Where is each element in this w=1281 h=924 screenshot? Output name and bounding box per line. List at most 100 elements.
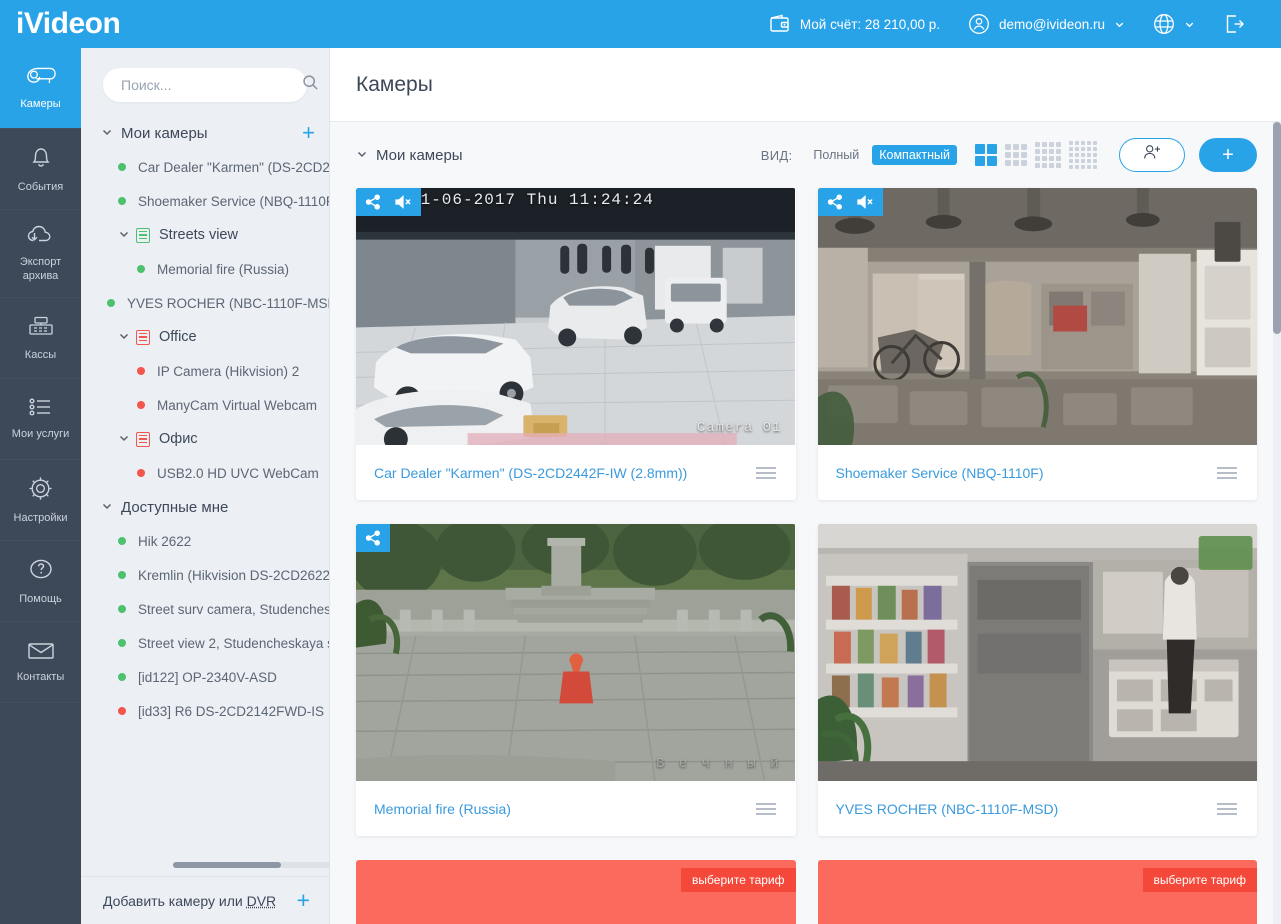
camera-thumbnail[interactable]	[817, 188, 1258, 446]
balance-button[interactable]: Мой счёт: 28 210,00 р.	[755, 0, 954, 48]
tree-camera-row[interactable]: Street surv camera, Studenchesk	[81, 592, 329, 626]
chevron-down-icon	[101, 500, 115, 515]
add-camera-or-dvr-button[interactable]: Добавить камеру или DVR +	[81, 876, 330, 924]
mute-icon[interactable]	[394, 194, 412, 210]
folder-icon	[136, 227, 150, 243]
grid-2x2-icon[interactable]	[975, 144, 997, 166]
camera-menu-icon[interactable]	[752, 463, 780, 483]
search-wrapper	[81, 48, 329, 116]
mute-icon[interactable]	[856, 194, 874, 210]
thumbnail-overlay-actions	[817, 188, 883, 216]
view-mode-compact[interactable]: Компактный	[872, 145, 957, 165]
gear-icon	[27, 475, 54, 506]
camera-card-title[interactable]: Memorial fire (Russia)	[374, 801, 752, 817]
camera-card-title[interactable]: Car Dealer "Karmen" (DS-2CD2442F-IW (2.8…	[374, 465, 752, 481]
camera-menu-icon[interactable]	[1213, 799, 1241, 819]
search-input[interactable]	[121, 77, 302, 93]
logout-button[interactable]	[1209, 0, 1259, 48]
camera-thumbnail[interactable]	[817, 524, 1258, 782]
tariff-badge[interactable]: выберите тариф	[681, 868, 796, 892]
chevron-down-icon	[101, 126, 115, 141]
sidebar-item-help[interactable]: Помощь	[0, 541, 81, 622]
tree-group-header-available-to-me[interactable]: Доступные мне	[81, 490, 329, 524]
tree-camera-name: Street surv camera, Studenchesk	[138, 601, 329, 617]
search-icon[interactable]	[302, 74, 319, 96]
tree-camera-row[interactable]: [id33] R6 DS-2CD2142FWD-IS	[81, 694, 329, 728]
sidebar-item-events[interactable]: События	[0, 129, 81, 210]
account-menu[interactable]: demo@ivideon.ru	[954, 0, 1139, 48]
camera-menu-icon[interactable]	[752, 799, 780, 819]
tree-folder-row[interactable]: Офис	[81, 422, 329, 456]
language-menu[interactable]	[1139, 0, 1209, 48]
tree-camera-name: [id122] OP-2340V-ASD	[138, 669, 277, 685]
tariff-card[interactable]: выберите тариф	[817, 860, 1257, 924]
tree-folder-row[interactable]: Office	[81, 320, 329, 354]
view-mode-full[interactable]: Полный	[806, 145, 866, 165]
globe-icon	[1153, 13, 1175, 35]
scrollbar-thumb[interactable]	[173, 862, 281, 868]
tree-camera-row[interactable]: Shoemaker Service (NBQ-1110F)	[81, 184, 329, 218]
camera-icon	[25, 65, 57, 91]
camera-tree: Мои камеры + Car Dealer "Karmen" (DS-2CD…	[81, 116, 329, 816]
sidebar-item-settings[interactable]: Настройки	[0, 460, 81, 541]
tariff-badge[interactable]: выберите тариф	[1142, 868, 1257, 892]
toolbar-group-label: Мои камеры	[376, 146, 463, 164]
sidebar-item-my-services[interactable]: Мои услуги	[0, 379, 81, 460]
camera-card[interactable]: Shoemaker Service (NBQ-1110F)	[817, 188, 1258, 500]
tree-folder-row[interactable]: Streets view	[81, 218, 329, 252]
tree-camera-row[interactable]: YVES ROCHER (NBC-1110F-MSD	[81, 286, 329, 320]
share-icon[interactable]	[365, 194, 381, 210]
main-scrollbar-thumb[interactable]	[1273, 122, 1281, 334]
grid-5x5-icon[interactable]	[1069, 141, 1097, 169]
camera-thumbnail[interactable]: В е ч н ы й	[356, 524, 796, 782]
camera-card-footer: Car Dealer "Karmen" (DS-2CD2442F-IW (2.8…	[356, 446, 796, 500]
wallet-icon	[769, 14, 791, 34]
sidebar-item-contacts[interactable]: Контакты	[0, 622, 81, 703]
video-timestamp: 01-06-2017 Thu 11:24:24	[410, 191, 654, 209]
tree-camera-row[interactable]: Car Dealer "Karmen" (DS-2CD244	[81, 150, 329, 184]
left-nav-rail: Камеры События Экспорт архива Кассы Мои …	[0, 48, 81, 924]
balance-text: Мой счёт: 28 210,00 р.	[799, 16, 940, 32]
tree-group-header-my-cameras[interactable]: Мои камеры +	[81, 116, 329, 150]
camera-card-title[interactable]: Shoemaker Service (NBQ-1110F)	[836, 465, 1214, 481]
grid-4x4-icon[interactable]	[1035, 142, 1061, 168]
camera-scene-shoemaker	[817, 188, 1257, 446]
dvr-link[interactable]: DVR	[247, 893, 277, 909]
tree-camera-name: IP Camera (Hikvision) 2	[157, 363, 300, 379]
camera-scene-car-dealer	[356, 188, 796, 446]
camera-thumbnail[interactable]: 01-06-2017 Thu 11:24:24 Camera 01	[356, 188, 796, 446]
tree-camera-row[interactable]: USB2.0 HD UVC WebCam	[81, 456, 329, 490]
list-icon	[28, 397, 54, 421]
share-icon[interactable]	[365, 530, 381, 546]
tree-folder-name: Офис	[159, 431, 198, 447]
camera-card-title[interactable]: YVES ROCHER (NBC-1110F-MSD)	[836, 801, 1214, 817]
tree-camera-row[interactable]: IP Camera (Hikvision) 2	[81, 354, 329, 388]
camera-scene-memorial	[356, 524, 796, 782]
brand-logo[interactable]: iVideon	[0, 0, 330, 48]
sidebar-item-cash-registers[interactable]: Кассы	[0, 298, 81, 379]
camera-card[interactable]: 01-06-2017 Thu 11:24:24 Camera 01 Car De…	[356, 188, 796, 500]
tree-camera-row[interactable]: Hik 2622	[81, 524, 329, 558]
invite-user-button[interactable]	[1119, 138, 1185, 172]
camera-card[interactable]: YVES ROCHER (NBC-1110F-MSD)	[817, 524, 1258, 836]
add-camera-group-button[interactable]: +	[302, 122, 315, 144]
toolbar-group-collapse[interactable]: Мои камеры	[356, 147, 463, 164]
add-camera-or-dvr-label: Добавить камеру или DVR	[103, 893, 297, 909]
share-icon[interactable]	[827, 194, 843, 210]
camera-menu-icon[interactable]	[1213, 463, 1241, 483]
add-icon[interactable]: +	[297, 889, 310, 912]
tree-camera-row[interactable]: Street view 2, Studencheskaya st	[81, 626, 329, 660]
tree-camera-name: Shoemaker Service (NBQ-1110F)	[138, 193, 329, 209]
tree-camera-row[interactable]: Memorial fire (Russia)	[81, 252, 329, 286]
tree-camera-row[interactable]: ManyCam Virtual Webcam	[81, 388, 329, 422]
search-box[interactable]	[103, 68, 318, 102]
camera-card[interactable]: В е ч н ы й Memorial fire (Russia)	[356, 524, 796, 836]
tree-camera-row[interactable]: Kremlin (Hikvision DS-2CD2622F	[81, 558, 329, 592]
tariff-card[interactable]: выберите тариф	[356, 860, 796, 924]
add-camera-button[interactable]: +	[1199, 138, 1257, 172]
sidebar-item-cameras[interactable]: Камеры	[0, 48, 81, 129]
sidebar-item-archive-export[interactable]: Экспорт архива	[0, 210, 81, 298]
folder-icon	[136, 431, 150, 447]
tree-camera-row[interactable]: [id122] OP-2340V-ASD	[81, 660, 329, 694]
grid-3x3-icon[interactable]	[1005, 144, 1027, 166]
